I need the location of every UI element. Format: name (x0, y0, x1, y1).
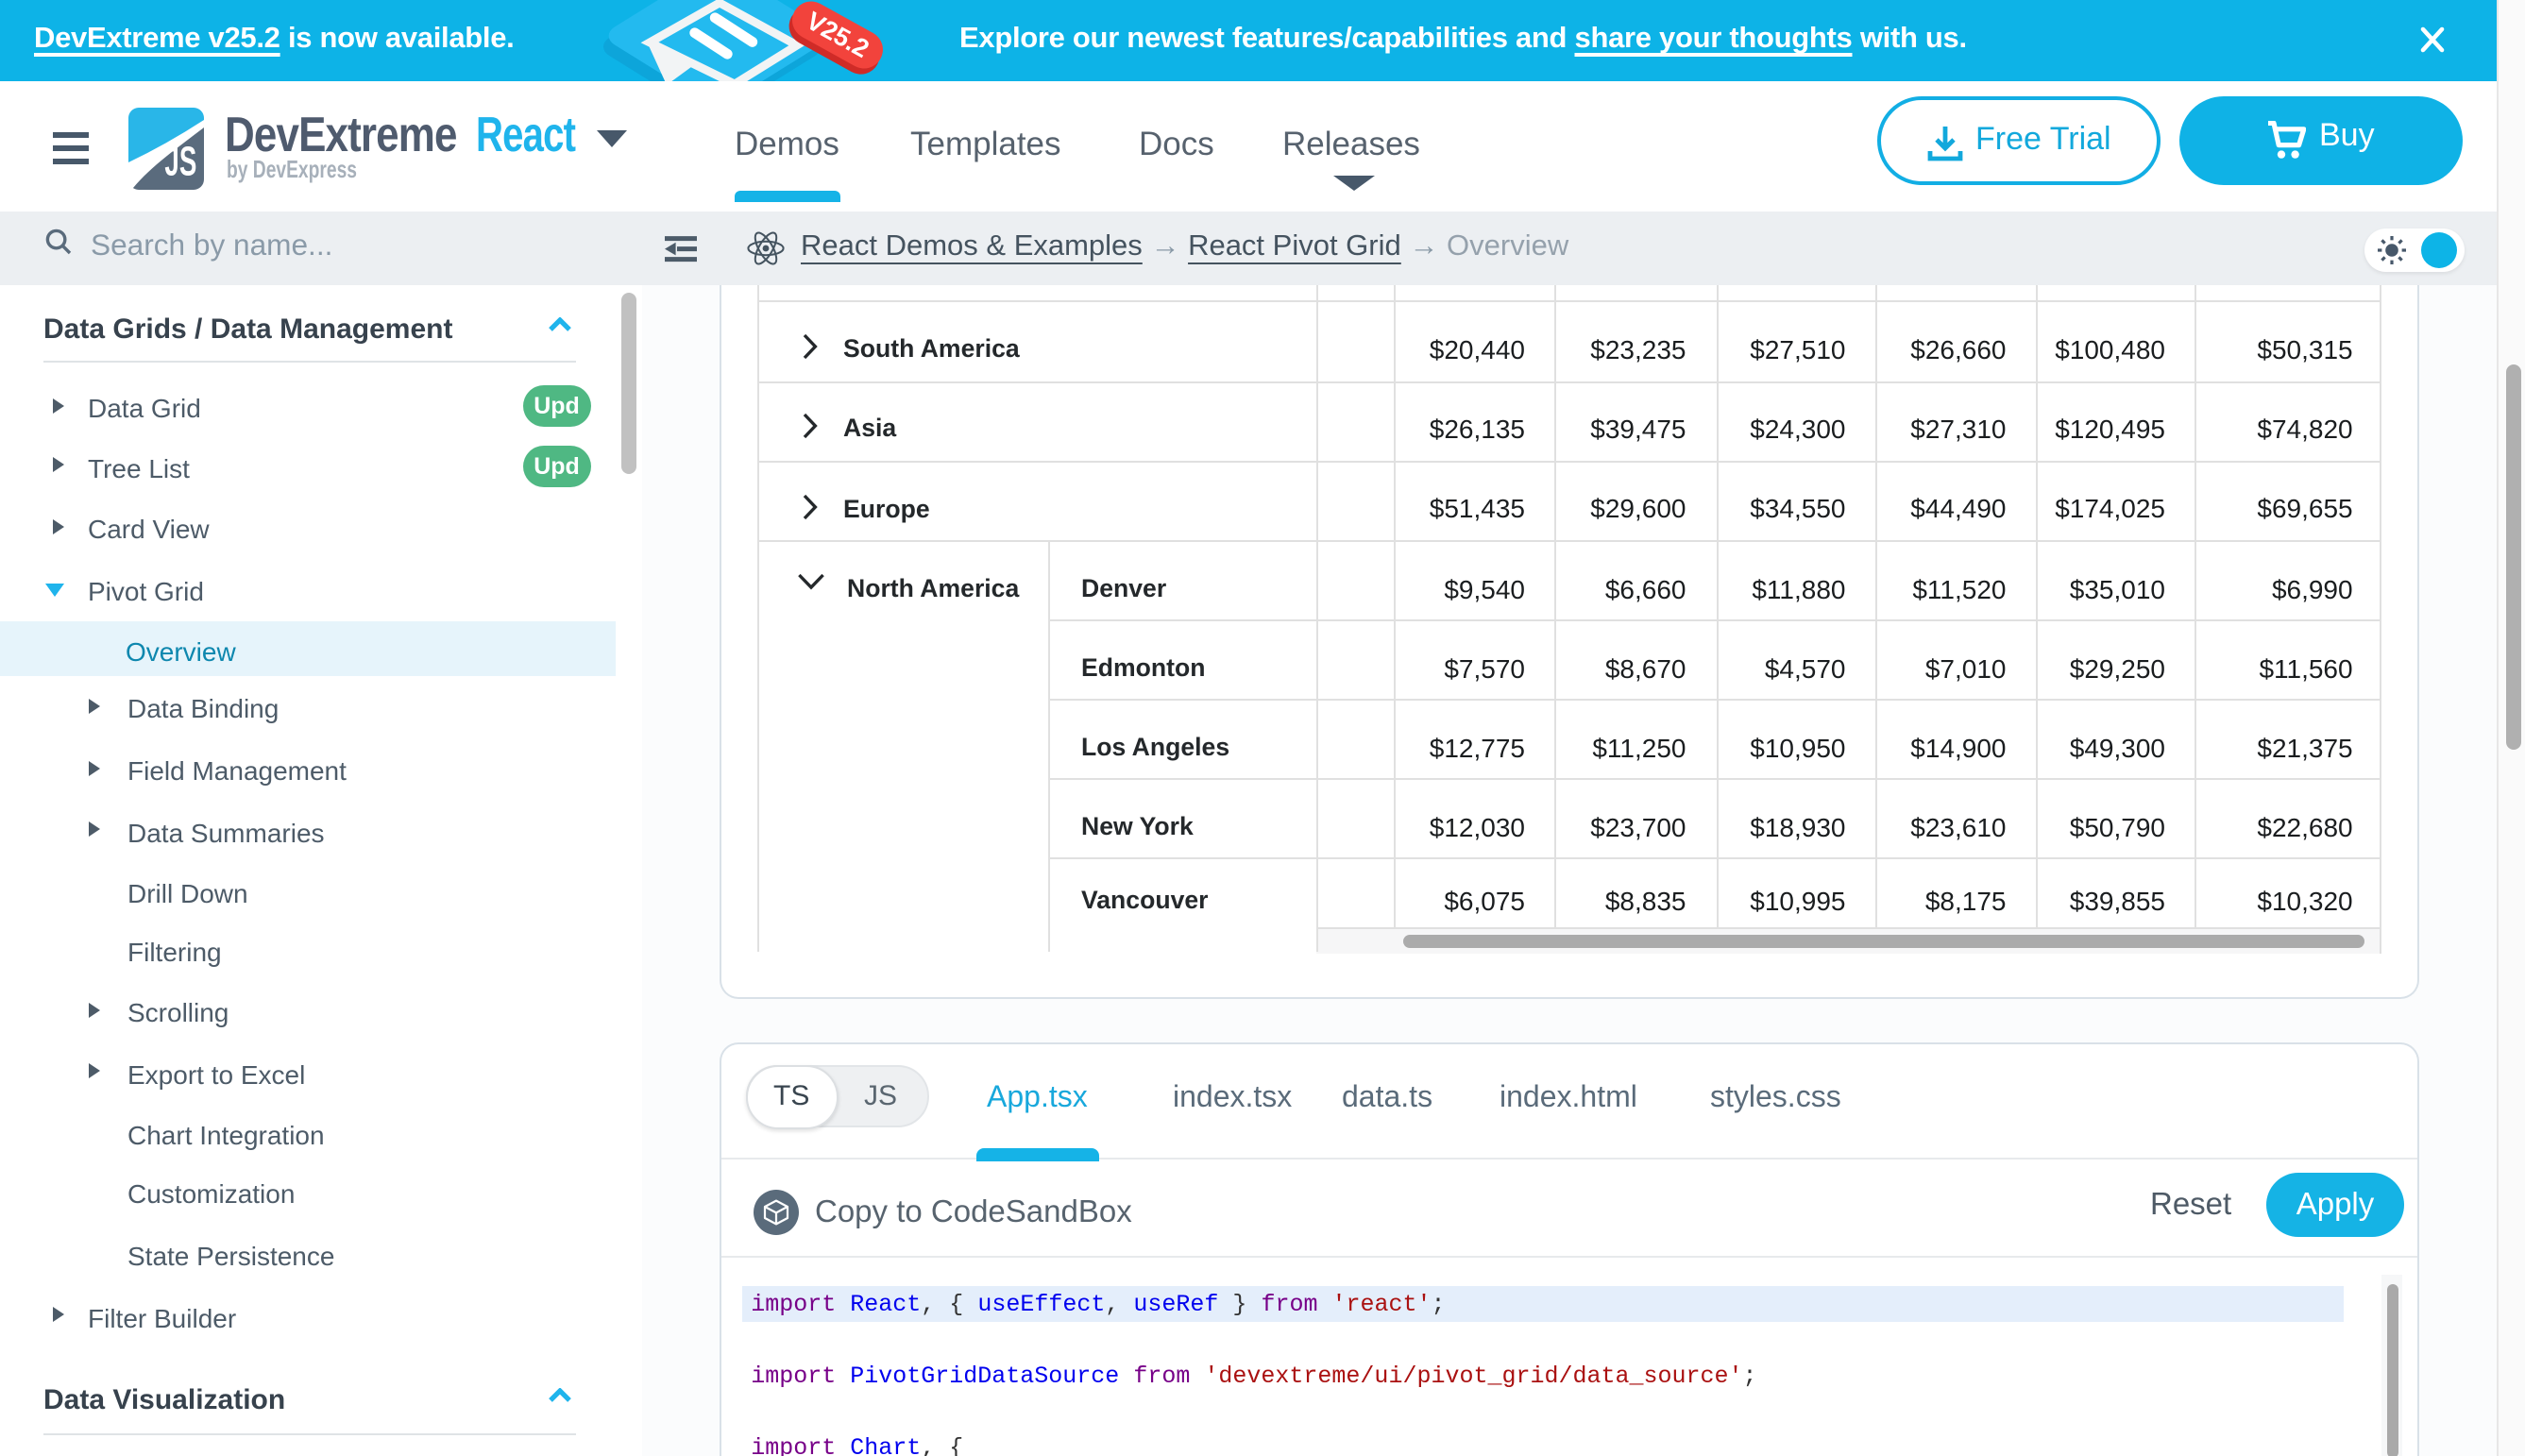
svg-text:JS: JS (164, 138, 196, 184)
